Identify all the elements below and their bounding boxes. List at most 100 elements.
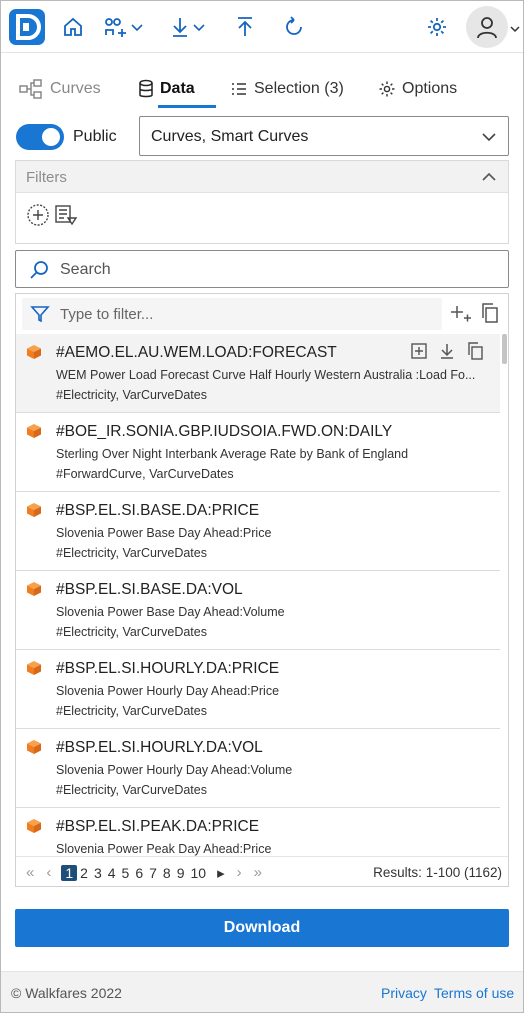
- source-select[interactable]: Curves, Smart Curves: [139, 116, 509, 156]
- account-chevron-down-icon[interactable]: [509, 15, 521, 43]
- list-item[interactable]: #BSP.EL.SI.HOURLY.DA:PRICE Slovenia Powe…: [16, 650, 500, 729]
- list-item[interactable]: #AEMO.EL.AU.WEM.LOAD:FORECAST WEM Power …: [16, 334, 500, 413]
- curve-description: Slovenia Power Hourly Day Ahead:Volume: [56, 763, 293, 777]
- last-page-button[interactable]: »: [254, 864, 262, 881]
- tab-selection-label: Selection (3): [254, 80, 344, 97]
- tab-data-label: Data: [160, 80, 195, 97]
- curves-list: #AEMO.EL.AU.WEM.LOAD:FORECAST WEM Power …: [16, 334, 508, 856]
- page-2[interactable]: 2: [77, 865, 91, 881]
- search-icon: [30, 261, 48, 279]
- page-3[interactable]: 3: [91, 865, 105, 881]
- download-dropdown[interactable]: [169, 13, 207, 41]
- curve-description: Slovenia Power Base Day Ahead:Price: [56, 526, 272, 540]
- curve-title: #BSP.EL.SI.HOURLY.DA:PRICE: [56, 660, 280, 677]
- curve-description: Slovenia Power Peak Day Ahead:Price: [56, 842, 272, 856]
- tab-curves-label: Curves: [50, 80, 101, 97]
- tab-options-label: Options: [402, 80, 458, 97]
- tab-data[interactable]: Data: [138, 74, 195, 104]
- tab-options[interactable]: Options: [378, 74, 457, 104]
- curve-description: Slovenia Power Hourly Day Ahead:Price: [56, 684, 280, 698]
- cube-icon: [27, 661, 41, 675]
- curve-tags: #Electricity, VarCurveDates: [56, 783, 207, 797]
- prev-page-button[interactable]: ‹: [46, 864, 51, 881]
- curve-description: Sterling Over Night Interbank Average Ra…: [56, 447, 409, 461]
- curve-tags: #ForwardCurve, VarCurveDates: [56, 467, 234, 481]
- list-item[interactable]: #BSP.EL.SI.BASE.DA:VOL Slovenia Power Ba…: [16, 571, 500, 650]
- refresh-icon[interactable]: [282, 13, 306, 41]
- filter-list-icon[interactable]: [54, 204, 78, 226]
- download-button[interactable]: Download: [15, 909, 509, 947]
- curve-title: #AEMO.EL.AU.WEM.LOAD:FORECAST: [56, 344, 337, 361]
- list-scrollbar[interactable]: [502, 334, 507, 364]
- page-4[interactable]: 4: [105, 865, 119, 881]
- curve-title: #BSP.EL.SI.HOURLY.DA:VOL: [56, 739, 263, 756]
- list-item[interactable]: #BSP.EL.SI.HOURLY.DA:VOL Slovenia Power …: [16, 729, 500, 808]
- cube-icon: [27, 819, 41, 833]
- gear-icon: [379, 81, 395, 97]
- page-6[interactable]: 6: [132, 865, 146, 881]
- curve-tags: #Electricity, VarCurveDates: [56, 546, 207, 560]
- app-logo[interactable]: [9, 9, 45, 45]
- public-toggle-label: Public: [73, 128, 117, 145]
- privacy-link[interactable]: Privacy: [381, 985, 427, 1001]
- flow-icon: [19, 79, 42, 99]
- active-tab-indicator: [158, 105, 216, 108]
- upload-icon[interactable]: [234, 13, 256, 41]
- page-8[interactable]: 8: [160, 865, 174, 881]
- panel-tabs: Curves Data Selection (3) Options: [18, 74, 508, 108]
- add-filter-icon[interactable]: [26, 203, 50, 227]
- add-all-icon[interactable]: [450, 302, 472, 324]
- copy-all-icon[interactable]: [480, 302, 500, 324]
- chevron-up-icon[interactable]: [480, 169, 498, 185]
- terms-link[interactable]: Terms of use: [434, 985, 514, 1001]
- cube-icon: [27, 424, 41, 438]
- top-toolbar: [1, 1, 523, 53]
- home-icon[interactable]: [61, 13, 85, 41]
- page-5[interactable]: 5: [119, 865, 133, 881]
- chevron-down-icon: [131, 24, 143, 32]
- list-item[interactable]: #BSP.EL.SI.PEAK.DA:PRICE Slovenia Power …: [16, 808, 500, 856]
- add-to-selection-icon[interactable]: [410, 342, 428, 360]
- next-page-button[interactable]: ›: [237, 864, 242, 881]
- copy-icon[interactable]: [466, 342, 484, 360]
- tab-curves[interactable]: Curves: [18, 74, 101, 104]
- download-icon: [173, 18, 187, 37]
- page-9[interactable]: 9: [174, 865, 188, 881]
- list-filter-placeholder: Type to filter...: [60, 306, 154, 323]
- toggle-knob: [42, 128, 60, 146]
- list-item[interactable]: #BSP.EL.SI.BASE.DA:PRICE Slovenia Power …: [16, 492, 500, 571]
- cube-icon: [27, 503, 41, 517]
- page-7[interactable]: 7: [146, 865, 160, 881]
- list-filter-input[interactable]: Type to filter...: [22, 298, 442, 330]
- cube-icon: [27, 582, 41, 596]
- tab-selection[interactable]: Selection (3): [230, 74, 344, 104]
- settings-gear-icon[interactable]: [425, 13, 449, 41]
- curve-title: #BOE_IR.SONIA.GBP.IUDSOIA.FWD.ON:DAILY: [56, 423, 393, 440]
- curve-description: WEM Power Load Forecast Curve Half Hourl…: [56, 368, 476, 382]
- first-page-button[interactable]: «: [26, 864, 34, 881]
- filters-header[interactable]: Filters: [16, 161, 508, 193]
- search-placeholder: Search: [60, 261, 111, 278]
- search-input[interactable]: Search: [15, 250, 509, 288]
- curve-title: #BSP.EL.SI.BASE.DA:PRICE: [56, 502, 260, 519]
- curve-title: #BSP.EL.SI.BASE.DA:VOL: [56, 581, 243, 598]
- curves-list-panel: Type to filter... #AEMO.EL.AU.WEM.LOAD:F…: [15, 293, 509, 887]
- cube-icon: [27, 345, 41, 359]
- page-10[interactable]: 10: [188, 865, 210, 881]
- chevron-down-icon: [193, 24, 205, 32]
- filter-funnel-icon: [30, 306, 50, 323]
- filters-panel: Filters: [15, 160, 509, 244]
- public-toggle[interactable]: [16, 124, 64, 150]
- cube-icon: [27, 740, 41, 754]
- database-icon: [139, 79, 153, 98]
- footer: © Walkfares 2022 Privacy Terms of use: [1, 971, 523, 1012]
- page-1[interactable]: 1: [61, 864, 78, 881]
- user-avatar[interactable]: [466, 6, 508, 48]
- filters-title: Filters: [26, 169, 67, 186]
- list-icon: [232, 83, 246, 95]
- row-actions: [410, 342, 484, 360]
- add-group-dropdown[interactable]: [103, 13, 145, 41]
- list-item[interactable]: #BOE_IR.SONIA.GBP.IUDSOIA.FWD.ON:DAILY S…: [16, 413, 500, 492]
- download-icon[interactable]: [438, 342, 456, 360]
- play-pages-button[interactable]: ▸: [217, 864, 225, 882]
